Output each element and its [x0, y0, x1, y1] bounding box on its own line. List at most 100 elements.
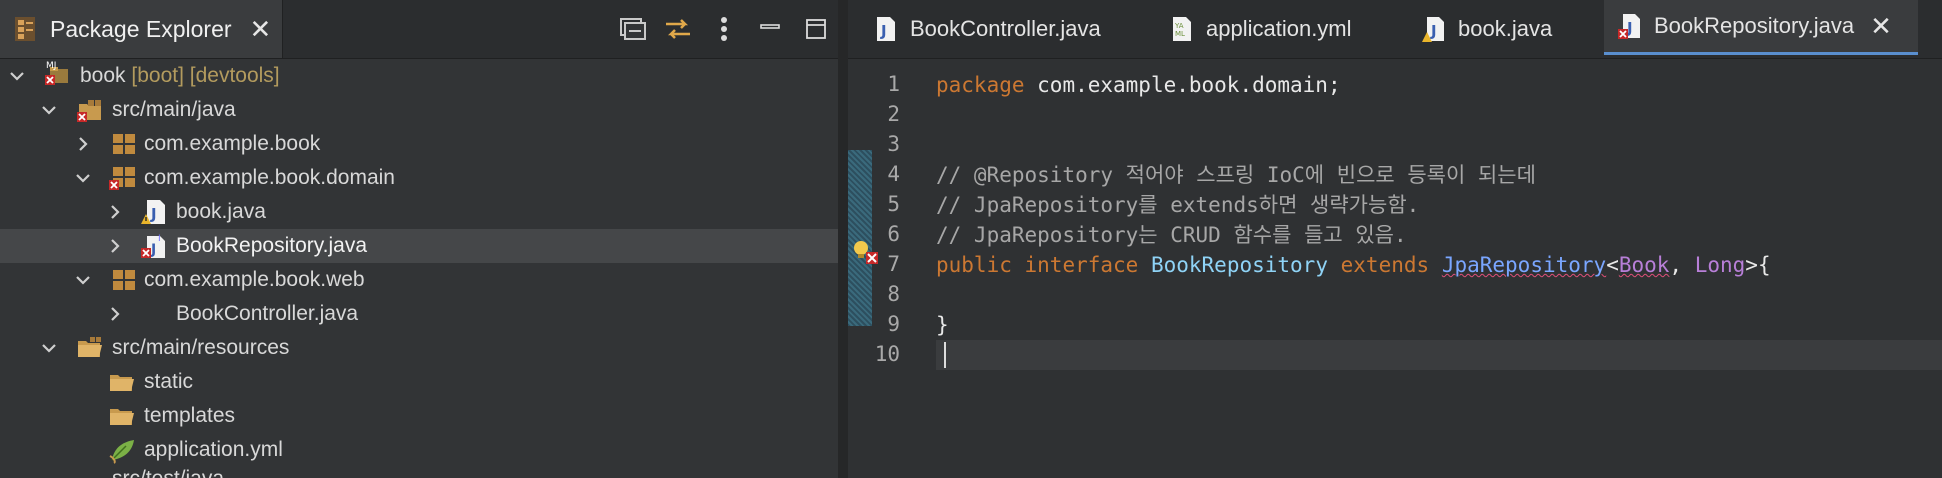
tree-item-label: book: [80, 64, 126, 87]
tree-item-application-yml[interactable]: application.yml: [0, 433, 840, 467]
tree-item-label: com.example.book.domain: [144, 166, 395, 189]
chevron-down-icon[interactable]: [74, 271, 92, 289]
tree-item-package-com-example-book-web[interactable]: com.example.book.web: [0, 263, 840, 297]
tree-item-package-com-example-book-domain[interactable]: com.example.book.domain: [0, 161, 840, 195]
code-text-area[interactable]: package com.example.book.domain; // @Rep…: [936, 58, 1942, 478]
chevron-down-icon[interactable]: [40, 339, 58, 357]
tree-item-bookcontroller-java[interactable]: BookController.java: [0, 297, 840, 331]
code-punct: <: [1606, 253, 1619, 277]
svg-text:I: I: [158, 234, 161, 244]
code-line-7: public interface BookRepository extends …: [936, 250, 1942, 280]
tree-item-folder-static[interactable]: static: [0, 365, 840, 399]
view-menu-button[interactable]: [702, 7, 746, 51]
code-line-1: package com.example.book.domain;: [936, 70, 1942, 100]
package-tree: MJ book [boot] [devtools] src/main/java: [0, 58, 840, 478]
tree-item-label: book.java: [176, 200, 266, 223]
chevron-right-icon[interactable]: [106, 203, 124, 221]
resource-folder-icon: [78, 337, 102, 357]
text-cursor: [944, 342, 946, 368]
link-with-editor-button[interactable]: [656, 7, 700, 51]
package-icon: [113, 134, 135, 154]
collapse-all-button[interactable]: [610, 7, 654, 51]
tab-label: application.yml: [1206, 16, 1352, 41]
tree-item-project-book[interactable]: MJ book [boot] [devtools]: [0, 59, 840, 93]
tree-item-folder-templates[interactable]: templates: [0, 399, 840, 433]
tree-item-src-test-java[interactable]: src/test/java: [0, 467, 840, 478]
code-punct: >{: [1745, 253, 1771, 277]
error-quickfix-icon[interactable]: [852, 238, 882, 268]
tree-item-package-com-example-book[interactable]: com.example.book: [0, 127, 840, 161]
code-unresolved-type[interactable]: JpaRepository: [1442, 253, 1606, 277]
chevron-right-icon[interactable]: [74, 135, 92, 153]
close-icon[interactable]: ✕: [1870, 13, 1892, 39]
tree-item-label: BookRepository.java: [176, 234, 368, 257]
svg-text:J: J: [880, 22, 887, 40]
project-decorations: [boot] [devtools]: [125, 64, 280, 87]
package-icon: [113, 270, 135, 290]
folder-icon: [110, 375, 134, 391]
tree-item-book-java[interactable]: J book.java: [0, 195, 840, 229]
yml-file-icon: YA ML: [1173, 17, 1191, 41]
tree-item-label: src/test/java: [112, 467, 224, 478]
code-keyword: extends: [1340, 253, 1430, 277]
chevron-right-icon[interactable]: [106, 237, 124, 255]
close-icon[interactable]: ✕: [250, 16, 272, 42]
java-file-error-icon: J: [1618, 14, 1640, 39]
tab-label: book.java: [1458, 16, 1553, 41]
maximize-button[interactable]: [794, 7, 838, 51]
code-comment: // JpaRepository는 CRUD 함수를 들고 있음.: [936, 223, 1407, 247]
tree-item-label: application.yml: [144, 438, 283, 461]
tab-package-explorer[interactable]: Package Explorer ✕: [0, 0, 283, 58]
code-line-5: // JpaRepository를 extends하면 생략가능함.: [936, 190, 1942, 220]
svg-text:YA: YA: [1174, 22, 1184, 30]
java-file-warning-icon: J: [1422, 17, 1444, 42]
maven-project-icon: MJ: [45, 61, 68, 85]
chevron-down-icon[interactable]: [8, 67, 26, 85]
tab-bookrepository-java[interactable]: J BookRepository.java ✕: [1604, 0, 1918, 55]
tab-application-yml[interactable]: YA ML application.yml: [1156, 0, 1366, 58]
code-type: Long: [1694, 253, 1746, 277]
view-toolbar: [610, 0, 840, 58]
minimize-button[interactable]: [748, 7, 792, 51]
tree-item-label: src/main/java: [112, 98, 236, 121]
minimize-icon: [760, 24, 780, 29]
panel-splitter[interactable]: [838, 0, 848, 478]
tab-book-java[interactable]: J book.java: [1408, 0, 1566, 58]
line-number: 2: [887, 102, 900, 126]
code-keyword: interface: [1024, 253, 1139, 277]
package-explorer-tabbar: Package Explorer ✕: [0, 0, 840, 59]
package-explorer-icon: [15, 17, 35, 41]
svg-text:J: J: [1430, 22, 1437, 40]
maximize-icon: [806, 19, 826, 39]
tree-item-src-main-java[interactable]: src/main/java: [0, 93, 840, 127]
tree-item-label: com.example.book: [144, 132, 321, 155]
code-line-4: // @Repository 적어야 스프링 IoC에 빈으로 등록이 되는데: [936, 160, 1942, 190]
spring-yml-icon: [109, 440, 134, 464]
code-unresolved-type[interactable]: Book: [1619, 253, 1670, 277]
source-folder-icon: [76, 471, 104, 478]
svg-text:MJ: MJ: [46, 61, 56, 71]
tree-item-label: static: [144, 370, 194, 393]
source-folder-error-icon: [77, 100, 101, 122]
line-number: 1: [887, 72, 900, 96]
tree-item-bookrepository-java[interactable]: J I BookRepository.java: [0, 229, 840, 263]
tree-item-label: src/main/resources: [112, 336, 290, 359]
tree-item-src-main-resources[interactable]: src/main/resources: [0, 331, 840, 365]
chevron-down-icon[interactable]: [74, 169, 92, 187]
code-package-name: com.example.book.domain;: [1024, 73, 1341, 97]
line-number: 10: [874, 342, 900, 366]
chevron-down-icon[interactable]: [40, 101, 58, 119]
package-explorer-panel: Package Explorer ✕ MJ book [boot] [devto…: [0, 0, 840, 478]
code-interface-name: BookRepository: [1150, 253, 1328, 277]
tab-bookcontroller-java[interactable]: J BookController.java: [860, 0, 1115, 58]
folder-icon: [110, 409, 134, 425]
code-editor: J BookController.java YA ML application.…: [848, 0, 1942, 478]
chevron-right-icon[interactable]: [106, 305, 124, 323]
code-keyword: package: [936, 73, 1025, 97]
svg-text:J: J: [150, 205, 157, 223]
svg-text:ML: ML: [1175, 30, 1185, 38]
code-line-9: }: [936, 310, 1942, 340]
tree-item-label: templates: [144, 404, 236, 427]
editor-tabbar: J BookController.java YA ML application.…: [848, 0, 1942, 59]
code-line-6: // JpaRepository는 CRUD 함수를 들고 있음.: [936, 220, 1942, 250]
